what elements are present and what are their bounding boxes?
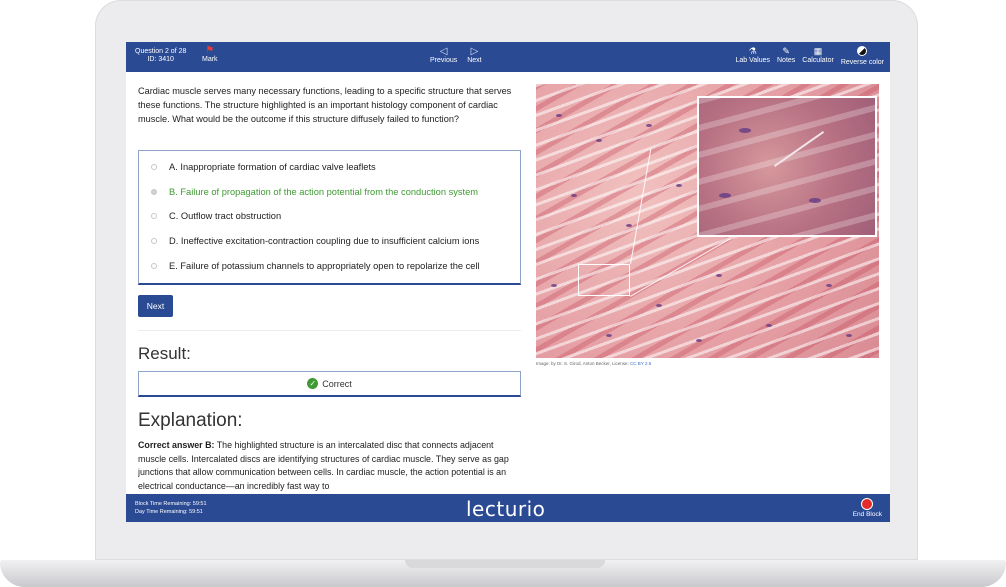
image-credit-text: Image: by Dr. S. Girod, Anton Becker, Li… <box>536 361 631 366</box>
flag-icon: ⚑ <box>205 45 215 56</box>
explanation-text: Correct answer B: The highlighted struct… <box>138 439 523 494</box>
explanation-lead: Correct answer B: <box>138 440 215 450</box>
tool-buttons: ⚗ Lab Values ✎ Notes ▦ Calculator Revers… <box>735 46 884 66</box>
bottom-toolbar: Block Time Remaining: 59:51 Day Time Rem… <box>126 494 890 522</box>
result-status: Correct <box>322 378 352 389</box>
top-toolbar: Question 2 of 28 ID: 3410 ⚑ Mark ◁ Previ… <box>126 42 890 72</box>
flask-icon: ⚗ <box>748 46 757 56</box>
nucleus <box>809 198 821 203</box>
zoom-inset <box>697 96 877 237</box>
question-text: Cardiac muscle serves many necessary fun… <box>138 86 512 124</box>
notes-icon: ✎ <box>782 46 790 56</box>
explanation-heading: Explanation: <box>138 410 243 431</box>
choice-label: A. Inappropriate formation of cardiac va… <box>169 162 376 173</box>
nucleus <box>826 284 832 287</box>
nucleus <box>766 324 772 327</box>
nucleus <box>626 224 632 227</box>
radio-button[interactable] <box>151 262 157 269</box>
nucleus <box>696 339 702 342</box>
end-block-label: End Block <box>852 511 882 518</box>
end-block-button[interactable]: End Block <box>853 498 882 518</box>
radio-button[interactable] <box>151 164 157 171</box>
answer-choices: A. Inappropriate formation of cardiac va… <box>138 150 521 285</box>
notes-button[interactable]: ✎ Notes <box>777 46 795 66</box>
nucleus <box>656 304 662 307</box>
choice-label: B. Failure of propagation of the action … <box>169 186 479 197</box>
day-time: Day Time Remaining: 59:51 <box>135 509 203 515</box>
nucleus <box>846 334 852 337</box>
stop-icon <box>861 498 874 510</box>
divider <box>138 330 521 331</box>
question-id: ID: 3410 <box>147 56 174 63</box>
radio-button[interactable] <box>151 188 157 195</box>
app-screen: Question 2 of 28 ID: 3410 ⚑ Mark ◁ Previ… <box>126 42 890 522</box>
nucleus <box>646 124 652 127</box>
choice-e[interactable]: E. Failure of potassium channels to appr… <box>139 253 520 278</box>
lecturio-logo: lecturio <box>466 497 546 521</box>
nucleus <box>739 128 751 133</box>
mark-label: Mark <box>202 56 218 63</box>
reverse-color-label: Reverse color <box>840 59 884 66</box>
question-navigation: ◁ Previous ▷ Next <box>430 46 482 64</box>
radio-button[interactable] <box>151 213 157 220</box>
nucleus <box>556 114 562 117</box>
question-counter: Question 2 of 28 <box>135 48 187 55</box>
choice-label: C. Outflow tract obstruction <box>169 211 282 222</box>
calculator-button[interactable]: ▦ Calculator <box>802 46 834 66</box>
reverse-color-icon <box>857 46 868 56</box>
lab-values-button[interactable]: ⚗ Lab Values <box>735 46 770 66</box>
arrow-left-icon: ◁ <box>439 46 448 57</box>
arrow-right-icon: ▷ <box>470 46 479 57</box>
calculator-label: Calculator <box>802 57 834 64</box>
nucleus <box>606 334 612 337</box>
nucleus <box>551 284 557 287</box>
highlight-region <box>578 264 630 296</box>
next-nav-button[interactable]: ▷ Next <box>467 46 481 64</box>
nucleus <box>571 194 577 197</box>
image-credit: Image: by Dr. S. Girod, Anton Becker, Li… <box>536 361 651 366</box>
zoom-guide-line <box>630 238 731 297</box>
choice-label: D. Ineffective excitation-contraction co… <box>169 236 480 247</box>
calculator-icon: ▦ <box>813 46 823 56</box>
choice-label: E. Failure of potassium channels to appr… <box>169 260 480 271</box>
previous-label: Previous <box>430 57 458 64</box>
nucleus <box>676 184 682 187</box>
timers: Block Time Remaining: 59:51 Day Time Rem… <box>135 500 207 516</box>
choice-b[interactable]: B. Failure of propagation of the action … <box>139 180 520 205</box>
choice-d[interactable]: D. Ineffective excitation-contraction co… <box>139 229 520 254</box>
next-button[interactable]: Next <box>138 295 173 317</box>
zoom-guide-line <box>630 148 652 265</box>
result-box: ✓ Correct <box>138 371 521 397</box>
question-info: Question 2 of 28 ID: 3410 <box>135 48 186 64</box>
choice-c[interactable]: C. Outflow tract obstruction <box>139 204 520 229</box>
nucleus <box>719 193 731 198</box>
notes-label: Notes <box>777 57 796 64</box>
intercalated-disc <box>773 130 825 168</box>
reverse-color-button[interactable]: Reverse color <box>841 46 884 66</box>
lab-values-label: Lab Values <box>735 57 770 64</box>
choice-a[interactable]: A. Inappropriate formation of cardiac va… <box>139 155 520 180</box>
license-link[interactable]: CC BY 2.5 <box>630 361 651 366</box>
result-heading: Result: <box>138 344 191 363</box>
check-circle-icon: ✓ <box>307 378 319 389</box>
block-time: Block Time Remaining: 59:51 <box>135 501 207 507</box>
histology-image <box>536 84 879 358</box>
radio-button[interactable] <box>151 238 157 245</box>
nucleus <box>596 139 602 142</box>
nucleus <box>716 274 722 277</box>
next-nav-label: Next <box>467 57 482 64</box>
mark-button[interactable]: ⚑ Mark <box>202 45 218 64</box>
previous-button[interactable]: ◁ Previous <box>430 46 457 64</box>
laptop-notch <box>405 560 605 568</box>
